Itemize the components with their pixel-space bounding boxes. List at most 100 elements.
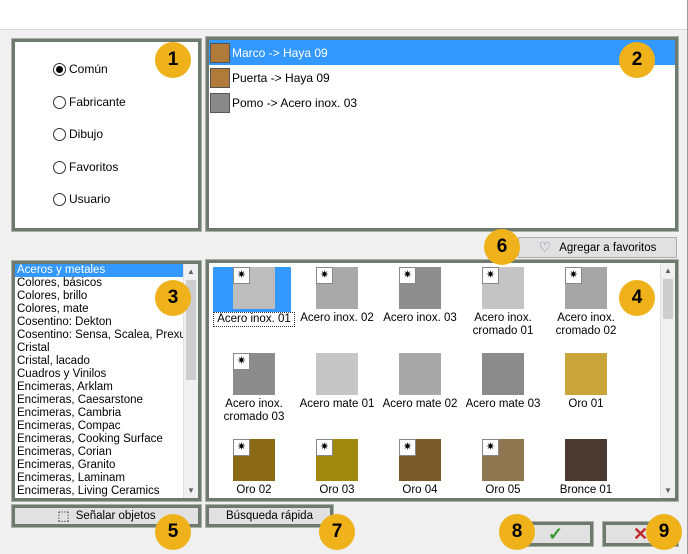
- select-cursor-icon: ⬚: [57, 508, 70, 523]
- category-item[interactable]: Cristal, lacado: [15, 355, 183, 368]
- radio-label: Común: [69, 62, 108, 76]
- material-item[interactable]: ✷ Acero inox. cromado 02: [545, 267, 627, 338]
- material-label: Acero inox. 01: [213, 312, 295, 327]
- callout-badge-9: 9: [646, 514, 682, 550]
- title-area: [0, 0, 688, 30]
- callout-badge-8: 8: [499, 514, 535, 550]
- assignment-panel: Marco -> Haya 09 Puerta -> Haya 09 Pomo ->…: [205, 36, 679, 232]
- sun-icon: ✷: [482, 267, 499, 284]
- material-thumbnail: ✷: [399, 439, 441, 481]
- callout-badge-1: 1: [155, 42, 191, 78]
- material-item[interactable]: ✷ Acero inox. cromado 03: [213, 353, 295, 424]
- material-thumbnail: ✷: [316, 267, 358, 309]
- radio-button[interactable]: [53, 192, 66, 206]
- scroll-down-icon[interactable]: ▼: [661, 483, 675, 498]
- radio-usuario[interactable]: Usuario: [53, 192, 110, 206]
- add-to-favorites-button[interactable]: ♡ Agregar a favoritos: [518, 237, 677, 258]
- category-item[interactable]: Encimeras, Compac: [15, 420, 183, 433]
- material-item[interactable]: Oro 01: [545, 353, 627, 411]
- radio-fabricante[interactable]: Fabricante: [53, 95, 126, 109]
- material-label: Oro 02: [236, 484, 272, 496]
- callout-badge-4: 4: [619, 280, 655, 316]
- radio-comun[interactable]: Común: [53, 62, 108, 76]
- material-thumbnail: ✷: [565, 267, 607, 309]
- material-item[interactable]: ✷ Acero inox. cromado 01: [462, 267, 544, 338]
- radio-button[interactable]: [53, 95, 66, 109]
- quick-search-button[interactable]: Búsqueda rápida: [205, 504, 334, 528]
- radio-dibujo[interactable]: Dibujo: [53, 127, 103, 141]
- assignment-label: Marco -> Haya 09: [232, 45, 328, 60]
- material-item[interactable]: Acero mate 01: [296, 353, 378, 411]
- material-thumbnail: [565, 353, 607, 395]
- category-item[interactable]: Cosentino: Dekton: [15, 316, 183, 329]
- material-item[interactable]: ✷ Oro 03: [296, 439, 378, 497]
- radio-button[interactable]: [53, 127, 66, 141]
- material-thumbnail: [316, 353, 358, 395]
- material-item[interactable]: Bronce 01: [545, 439, 627, 497]
- category-item[interactable]: Encimeras, Arklam: [15, 381, 183, 394]
- material-item[interactable]: ✷ Acero inox. 01: [213, 267, 295, 327]
- sun-icon: ✷: [399, 267, 416, 284]
- material-thumbnail: ✷: [233, 439, 275, 481]
- material-label: Acero inox. cromado 03: [223, 398, 285, 423]
- category-item[interactable]: Aceros y metales: [15, 264, 183, 277]
- material-thumbnail: ✷: [399, 267, 441, 309]
- heart-plus-icon: ♡: [538, 239, 552, 255]
- category-item[interactable]: Cuadros y Vinilos: [15, 368, 183, 381]
- material-thumbnail: ✷: [233, 267, 275, 309]
- material-label: Oro 05: [485, 484, 521, 496]
- scroll-down-icon[interactable]: ▼: [184, 483, 198, 498]
- sun-icon: ✷: [233, 353, 250, 370]
- sun-icon: ✷: [233, 267, 250, 284]
- material-label: Oro 01: [568, 398, 604, 410]
- material-panel: ✷ Acero inox. 01 ✷ Acero inox. 02 ✷ Acero ino…: [205, 259, 679, 502]
- material-thumbnail: ✷: [233, 353, 275, 395]
- category-item[interactable]: Encimeras, Cambria: [15, 407, 183, 420]
- material-item[interactable]: Acero mate 02: [379, 353, 461, 411]
- sun-icon: ✷: [233, 439, 250, 456]
- material-label: Acero inox. cromado 02: [555, 312, 617, 337]
- assignment-row[interactable]: Marco -> Haya 09: [209, 40, 675, 65]
- scroll-up-icon[interactable]: ▲: [661, 263, 675, 278]
- scroll-up-icon[interactable]: ▲: [184, 264, 198, 279]
- category-item[interactable]: Encimeras, Cooking Surface: [15, 433, 183, 446]
- callout-badge-2: 2: [619, 42, 655, 78]
- category-item[interactable]: Cristal: [15, 342, 183, 355]
- assignment-row[interactable]: Puerta -> Haya 09: [209, 65, 675, 90]
- radio-label: Usuario: [69, 192, 111, 206]
- checkmark-icon: ✓: [547, 523, 564, 544]
- material-item[interactable]: ✷ Oro 05: [462, 439, 544, 497]
- material-item[interactable]: ✷ Acero inox. 02: [296, 267, 378, 325]
- material-label: Acero inox. 02: [300, 312, 374, 324]
- category-item[interactable]: Encimeras, Living Ceramics: [15, 485, 183, 498]
- category-item[interactable]: Encimeras, Corian: [15, 446, 183, 459]
- category-item[interactable]: Cosentino: Sensa, Scalea, Prexury: [15, 329, 183, 342]
- sun-icon: ✷: [399, 439, 416, 456]
- material-item[interactable]: ✷ Oro 04: [379, 439, 461, 497]
- category-item[interactable]: Encimeras, Caesarstone: [15, 394, 183, 407]
- category-item[interactable]: Encimeras, Granito: [15, 459, 183, 472]
- material-thumbnail: [399, 353, 441, 395]
- category-item[interactable]: Encimeras, Laminam: [15, 472, 183, 485]
- radio-button[interactable]: [53, 62, 66, 76]
- sun-icon: ✷: [565, 267, 582, 284]
- radio-label: Dibujo: [69, 127, 104, 141]
- material-scrollbar[interactable]: ▲ ▼: [660, 263, 675, 498]
- assignment-label: Pomo -> Acero inox. 03: [232, 95, 358, 110]
- callout-badge-5: 5: [155, 514, 191, 550]
- callout-badge-7: 7: [319, 514, 355, 550]
- material-label: Acero inox. 03: [383, 312, 457, 324]
- material-item[interactable]: Acero mate 03: [462, 353, 544, 411]
- sun-icon: ✷: [316, 439, 333, 456]
- material-item[interactable]: ✷ Oro 02: [213, 439, 295, 497]
- radio-favoritos[interactable]: Favoritos: [53, 160, 118, 174]
- sun-icon: ✷: [316, 267, 333, 284]
- scroll-thumb[interactable]: [663, 279, 673, 319]
- material-thumbnail: ✷: [482, 267, 524, 309]
- sun-icon: ✷: [482, 439, 499, 456]
- material-item[interactable]: ✷ Acero inox. 03: [379, 267, 461, 325]
- radio-button[interactable]: [53, 160, 66, 174]
- assignment-row[interactable]: Pomo -> Acero inox. 03: [209, 90, 675, 115]
- material-swatch: [210, 67, 230, 88]
- radio-label: Favoritos: [69, 160, 119, 174]
